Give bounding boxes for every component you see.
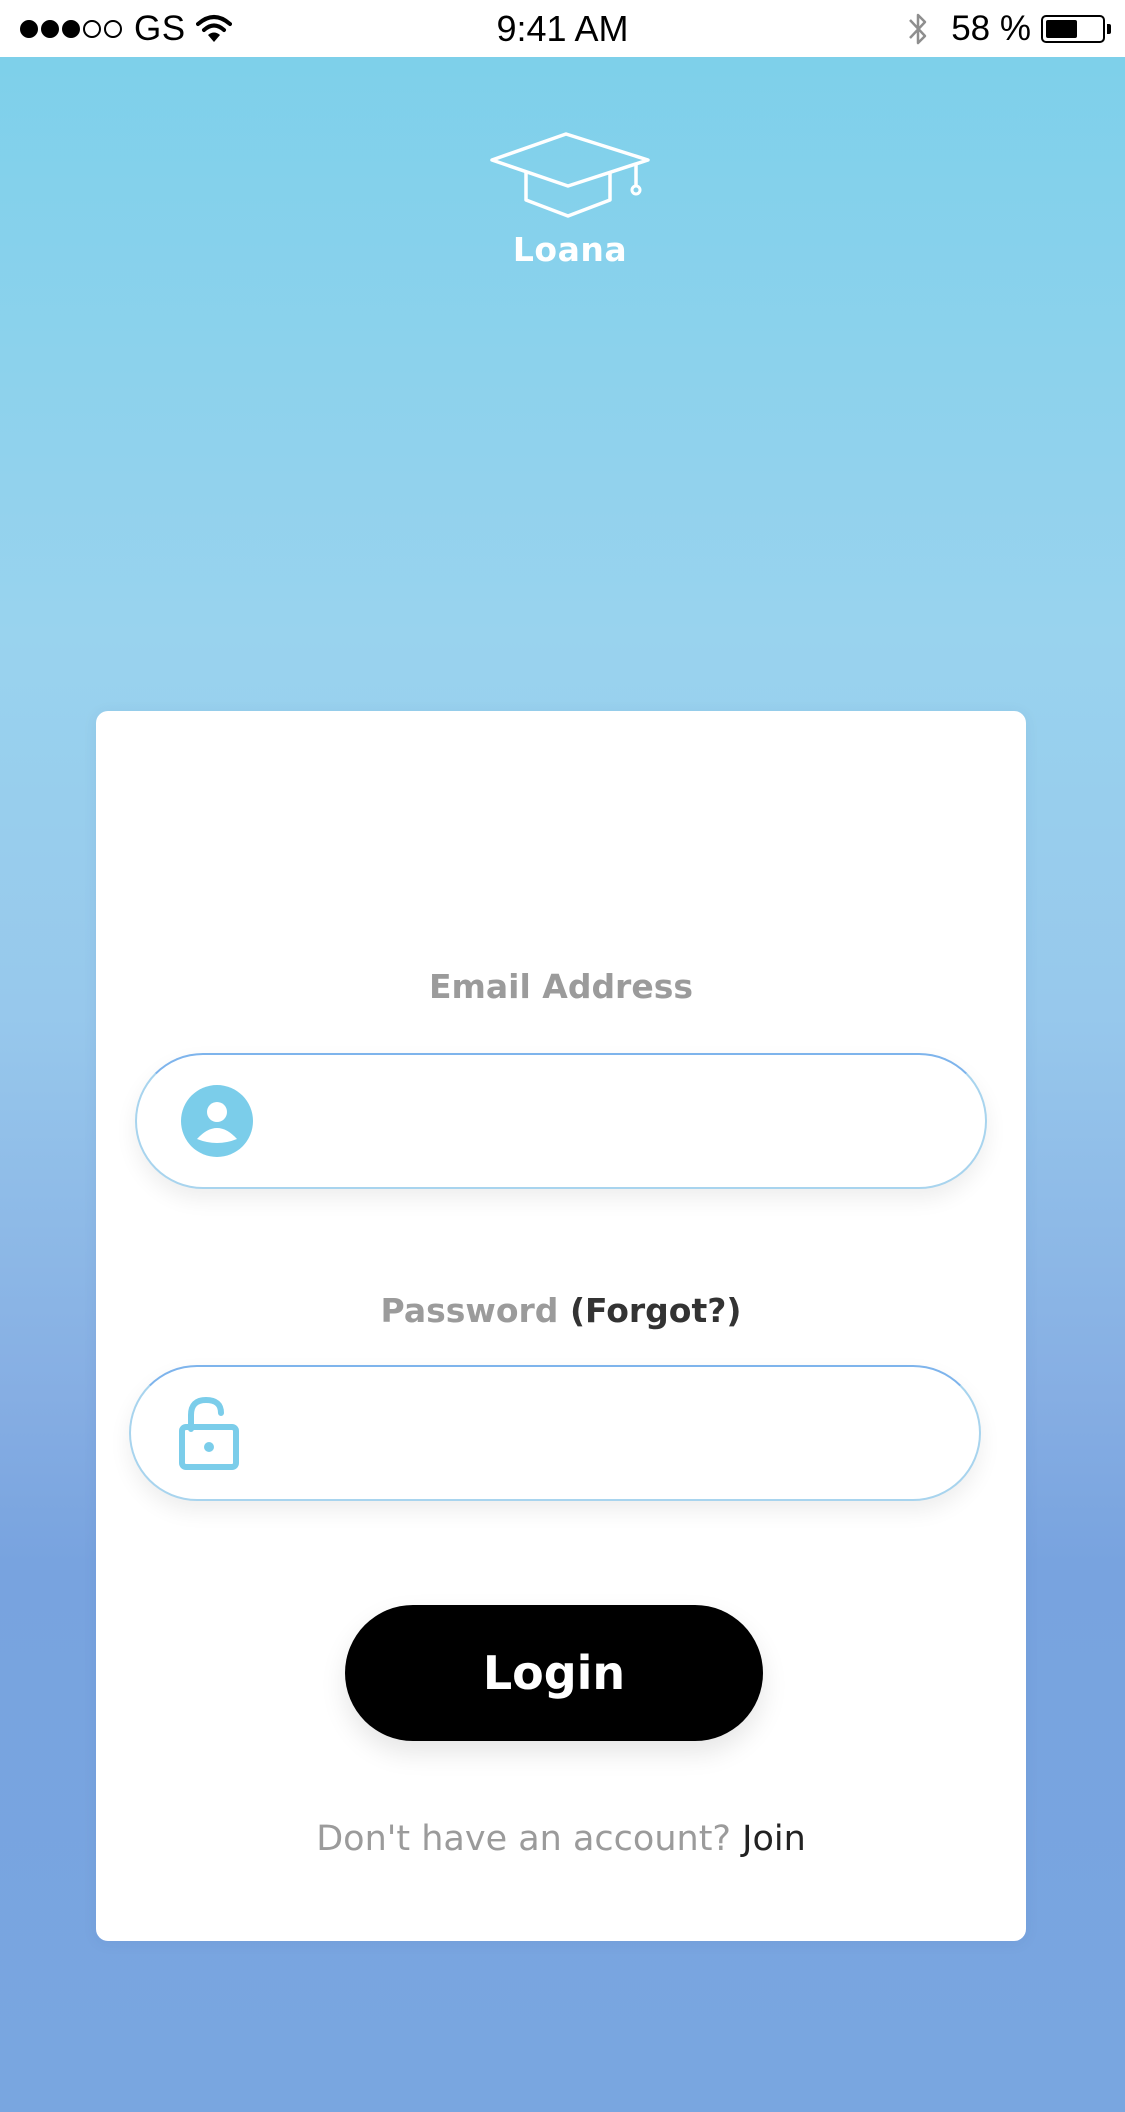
battery-level-fill bbox=[1046, 19, 1077, 38]
email-label: Email Address bbox=[428, 967, 694, 1006]
status-bar: GS 9:41 AM 58 % bbox=[0, 0, 1125, 57]
join-link[interactable]: Join bbox=[742, 1819, 806, 1859]
battery-nub bbox=[1107, 23, 1111, 34]
status-bar-right: 58 % bbox=[907, 0, 1111, 57]
password-field[interactable] bbox=[129, 1365, 981, 1501]
email-input[interactable] bbox=[267, 1089, 925, 1155]
login-card: Email Address Password (Forgot?) Login D… bbox=[96, 711, 1026, 1941]
forgot-password-link[interactable]: (Forgot?) bbox=[570, 1291, 742, 1330]
unlock-icon bbox=[179, 1396, 239, 1470]
password-label: Password bbox=[380, 1291, 559, 1330]
app-name: Loana bbox=[512, 230, 628, 269]
password-input[interactable] bbox=[261, 1401, 919, 1467]
login-button[interactable]: Login bbox=[345, 1605, 763, 1741]
battery-icon bbox=[1041, 14, 1105, 43]
bluetooth-icon bbox=[909, 13, 927, 44]
app-logo: Loana bbox=[480, 130, 660, 269]
no-account-text: Don't have an account? bbox=[316, 1819, 731, 1859]
battery-percentage: 58 % bbox=[951, 8, 1031, 48]
graduation-cap-icon bbox=[490, 132, 650, 218]
email-field[interactable] bbox=[135, 1053, 987, 1189]
user-icon bbox=[181, 1085, 253, 1157]
password-label-row: Password (Forgot?) bbox=[96, 1291, 1026, 1330]
signup-prompt: Don't have an account? Join bbox=[96, 1819, 1026, 1859]
